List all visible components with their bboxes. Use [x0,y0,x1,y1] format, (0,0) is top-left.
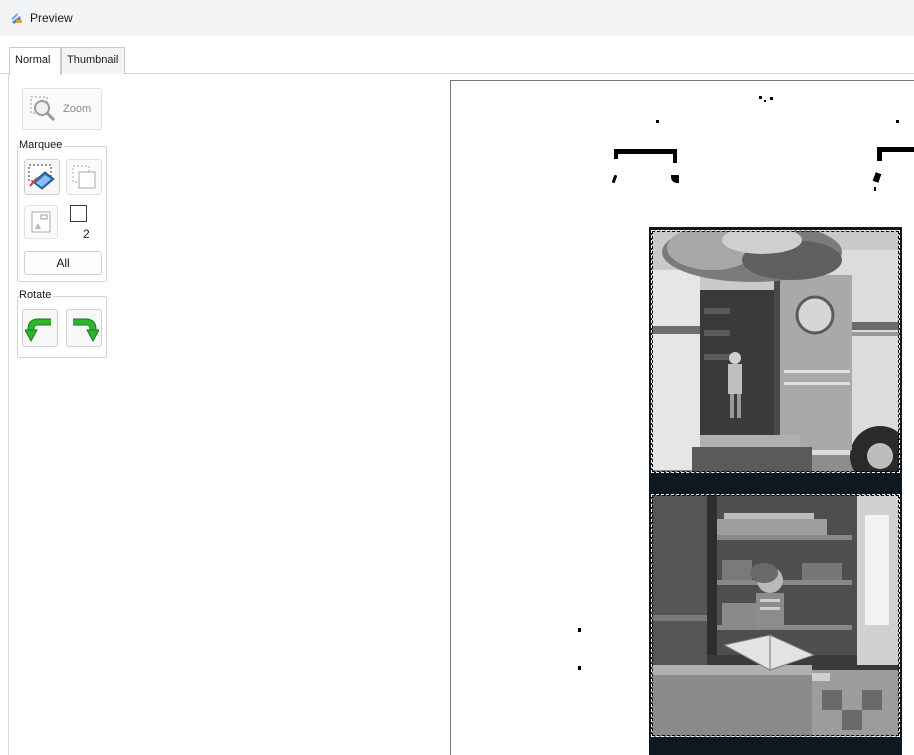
holder-mark [611,174,618,184]
photo-bookmobile-door [652,230,899,472]
rotate-right-button[interactable] [66,309,102,347]
bed-speck [578,628,581,632]
marquee-count: 2 [83,227,90,241]
zoom-magnifier-icon [30,96,56,122]
rotate-group-label: Rotate [19,289,54,301]
marquee-copy-button[interactable] [66,159,102,195]
tab-strip: Normal Thumbnail [0,44,914,75]
marquee-adjust-button[interactable] [24,205,58,239]
photo-girl-reading [652,495,899,737]
image-adjust-icon [31,211,51,233]
tab-thumbnail[interactable]: Thumbnail [61,47,125,74]
scanned-photo-2[interactable] [652,495,899,737]
duplicate-marquee-icon [72,165,96,189]
marquee-count-icon [70,205,87,222]
film-strip [649,227,902,755]
bed-speck [770,97,773,100]
window-title: Preview [30,11,73,25]
marquee-group: Marquee 2 All [17,139,107,282]
preview-canvas[interactable] [450,80,914,755]
holder-mark [874,187,876,191]
holder-mark [877,147,914,152]
rotate-group: Rotate [17,289,107,358]
zoom-label: Zoom [63,103,92,115]
bed-speck [896,120,899,123]
zoom-button[interactable]: Zoom [22,88,102,130]
scan-marquee-icon [28,164,55,190]
bed-speck [764,100,766,102]
holder-mark [673,149,677,163]
rotate-right-icon [73,318,99,343]
holder-mark [614,149,677,154]
bed-speck [656,120,659,123]
marquee-group-label: Marquee [19,139,65,151]
holder-mark [614,149,618,159]
auto-marquee-button[interactable] [24,159,60,195]
tools-panel: Zoom Marquee 2 All Rotate [8,74,449,755]
tab-normal[interactable]: Normal [9,47,61,75]
holder-mark [877,147,882,161]
rotate-left-button[interactable] [22,309,58,347]
scanned-photo-1[interactable] [652,230,899,472]
title-bar: Preview [0,0,914,36]
holder-mark [671,175,679,183]
rotate-left-icon [25,318,51,343]
bed-speck [578,666,581,670]
select-all-button[interactable]: All [24,251,102,275]
holder-mark [872,172,882,183]
preview-app-icon [11,13,22,24]
bed-speck [759,96,762,99]
